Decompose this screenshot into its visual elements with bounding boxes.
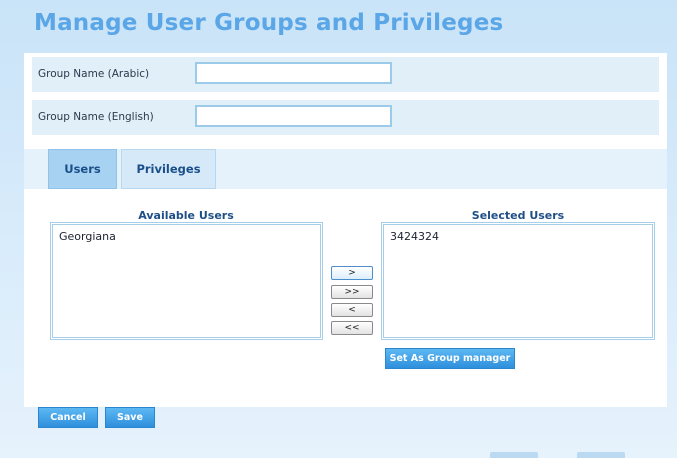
tab-users[interactable]: Users bbox=[48, 149, 117, 189]
move-all-left-button[interactable]: << bbox=[331, 321, 373, 335]
tab-privileges[interactable]: Privileges bbox=[121, 149, 216, 189]
group-name-english-input[interactable] bbox=[195, 105, 392, 127]
group-name-arabic-label: Group Name (Arabic) bbox=[38, 68, 150, 80]
set-group-manager-button[interactable]: Set As Group manager bbox=[385, 348, 515, 369]
move-one-right-button[interactable]: > bbox=[331, 266, 373, 280]
group-name-english-row: Group Name (English) bbox=[32, 100, 659, 135]
move-one-left-button[interactable]: < bbox=[331, 303, 373, 317]
group-name-english-label: Group Name (English) bbox=[38, 111, 154, 123]
list-item[interactable]: Georgiana bbox=[53, 225, 320, 248]
move-all-right-button[interactable]: >> bbox=[331, 285, 373, 299]
main-panel: Group Name (Arabic) Group Name (English)… bbox=[24, 53, 667, 407]
selected-users-list[interactable]: 3424324 bbox=[381, 222, 655, 340]
decorative-tab bbox=[490, 452, 538, 458]
available-users-heading: Available Users bbox=[138, 209, 234, 222]
save-button[interactable]: Save bbox=[105, 407, 155, 428]
page-title: Manage User Groups and Privileges bbox=[34, 10, 504, 36]
list-item[interactable]: 3424324 bbox=[384, 225, 652, 248]
tab-strip: Users Privileges bbox=[24, 149, 667, 189]
available-users-list[interactable]: Georgiana bbox=[50, 222, 323, 340]
group-name-arabic-row: Group Name (Arabic) bbox=[32, 57, 659, 92]
group-name-arabic-input[interactable] bbox=[195, 62, 392, 84]
cancel-button[interactable]: Cancel bbox=[38, 407, 98, 428]
decorative-tab bbox=[577, 452, 625, 458]
selected-users-heading: Selected Users bbox=[471, 209, 565, 222]
